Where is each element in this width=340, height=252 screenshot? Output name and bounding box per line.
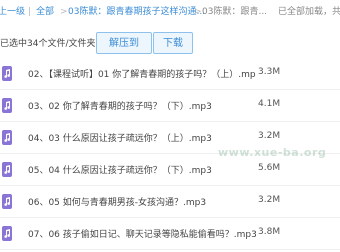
file-row[interactable]: 02、【课程试听】01 你了解青春期的孩子吗？（上）.mp3 3.3M <box>0 58 340 90</box>
file-row[interactable]: 06、05 如何与青春期男孩-女孩沟通？.mp3 3.2M <box>0 186 340 218</box>
file-name[interactable]: 02、【课程试听】01 你了解青春期的孩子吗？（上）.mp3 <box>28 67 256 80</box>
file-size: 3.8M <box>258 227 281 237</box>
file-name[interactable]: 04、03 什么原因让孩子疏远你？（上）.mp3 <box>28 131 256 144</box>
breadcrumb-separator: > <box>194 7 202 17</box>
breadcrumb-separator: > <box>60 7 68 17</box>
breadcrumb-separator: | <box>28 7 32 17</box>
music-file-icon <box>2 162 12 177</box>
breadcrumb-folder[interactable]: 03陈默：跟青春期孩子这样沟通... <box>68 0 205 24</box>
music-file-icon <box>2 66 12 81</box>
file-name[interactable]: 07、06 孩子偷如日记、聊天记录等隐私能偷看吗？.mp3 <box>28 227 256 240</box>
file-name[interactable]: 06、05 如何与青春期男孩-女孩沟通？.mp3 <box>28 195 256 208</box>
file-size: 3.2M <box>258 131 281 141</box>
file-name[interactable]: 05、04 什么原因让孩子疏远你？（下）.mp3 <box>28 163 256 176</box>
breadcrumb-all-files[interactable]: 全部 <box>36 0 54 24</box>
breadcrumb-current-folder: 03陈默：跟青... <box>202 7 268 17</box>
music-file-icon <box>2 194 12 209</box>
file-size: 3.3M <box>258 67 281 77</box>
breadcrumb: 上一级 | 全部 > 03陈默：跟青春期孩子这样沟通... > 03陈默：跟青.… <box>0 0 340 24</box>
music-file-icon <box>2 226 12 241</box>
selection-count: 已选中34个文件/文件夹 <box>0 39 96 49</box>
music-file-icon <box>2 130 12 145</box>
file-size: 5.6M <box>258 163 281 173</box>
unzip-button[interactable]: 解压到 <box>96 32 152 54</box>
watermark: www.xue-ba.org <box>218 146 327 159</box>
file-name[interactable]: 03、02 你了解青春期的孩子吗？（下）.mp3 <box>28 99 256 112</box>
toolbar: 已选中34个文件/文件夹 解压到 下载 <box>0 26 340 58</box>
file-row[interactable]: 07、06 孩子偷如日记、聊天记录等隐私能偷看吗？.mp3 3.8M <box>0 218 340 250</box>
music-file-icon <box>2 98 12 113</box>
back-link[interactable]: 上一级 <box>0 0 25 24</box>
file-size: 3.2M <box>258 195 281 205</box>
file-row[interactable]: 03、02 你了解青春期的孩子吗？（下）.mp3 4.1M <box>0 90 340 122</box>
file-size: 4.1M <box>258 99 281 109</box>
download-button[interactable]: 下载 <box>153 32 193 54</box>
load-status: 已全部加载，共 <box>278 7 340 17</box>
